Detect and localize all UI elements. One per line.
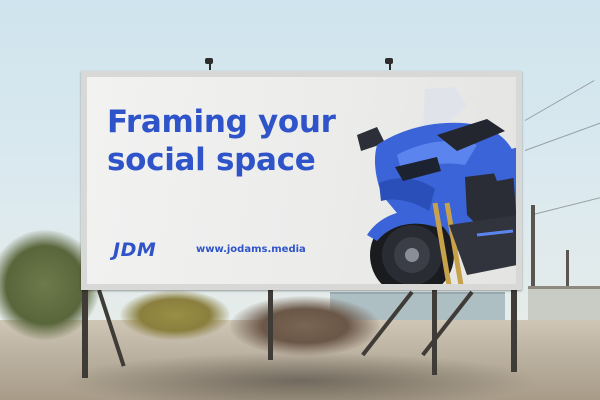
motorcycle-image — [357, 87, 516, 284]
billboard-light — [205, 58, 213, 64]
shrub — [120, 290, 230, 340]
website-url: www.jodams.media — [196, 244, 306, 255]
billboard-leg — [511, 290, 517, 372]
billboard-shadow — [60, 352, 540, 400]
billboard-light — [209, 64, 211, 70]
dry-brush — [230, 296, 380, 356]
headline-line: Framing your — [107, 104, 336, 140]
headline: Framing your social space — [107, 103, 336, 179]
billboard: Framing your social space JDM www.jodams… — [81, 71, 522, 290]
billboard-leg — [82, 290, 88, 378]
billboard-leg — [268, 290, 273, 360]
billboard-light — [385, 58, 393, 64]
brand-logo: JDM — [113, 239, 157, 261]
billboard-scene: Framing your social space JDM www.jodams… — [0, 0, 600, 400]
billboard-light — [389, 64, 391, 70]
billboard-face: Framing your social space JDM www.jodams… — [87, 77, 516, 284]
headline-line: social space — [107, 142, 316, 178]
